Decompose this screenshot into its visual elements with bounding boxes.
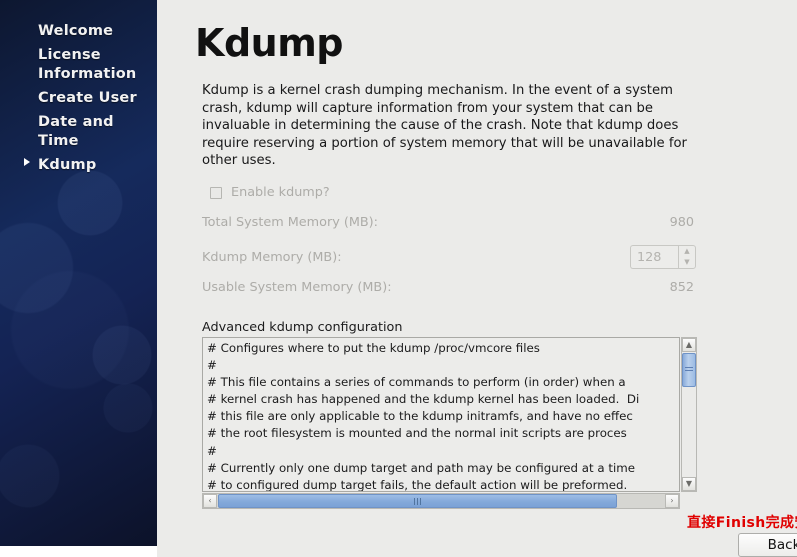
main-content: Kdump Kdump is a kernel crash dumping me…	[157, 0, 797, 557]
sidebar-item-label: License Information	[38, 47, 137, 82]
horizontal-scrollbar[interactable]: ‹ ›	[202, 493, 680, 509]
enable-kdump-label: Enable kdump?	[231, 185, 330, 200]
back-button[interactable]: Back	[738, 533, 797, 557]
stepper-down-icon[interactable]: ▼	[679, 257, 695, 268]
sidebar-item-create-user[interactable]: Create User	[0, 87, 157, 110]
vertical-scrollbar[interactable]: ▲ ▼	[681, 337, 697, 492]
current-item-arrow-icon	[24, 158, 30, 166]
stepper-up-icon[interactable]: ▲	[679, 246, 695, 257]
total-system-memory-label: Total System Memory (MB):	[202, 215, 378, 230]
sidebar-item-license-information[interactable]: License Information	[0, 44, 157, 86]
sidebar-item-label: Kdump	[38, 157, 97, 173]
kdump-memory-row: Kdump Memory (MB): 128 ▲ ▼	[202, 245, 696, 269]
sidebar-item-label: Welcome	[38, 23, 114, 39]
sidebar: Welcome License Information Create User …	[0, 0, 157, 546]
total-system-memory-value: 980	[669, 215, 694, 230]
sidebar-item-welcome[interactable]: Welcome	[0, 20, 157, 43]
annotation-text: 直接Finish完成安装设置	[687, 515, 797, 531]
usable-system-memory-label: Usable System Memory (MB):	[202, 280, 392, 295]
sidebar-item-label: Create User	[38, 90, 137, 106]
scrollbar-grip-icon	[685, 367, 693, 373]
vertical-scrollbar-thumb[interactable]	[682, 353, 696, 387]
usable-system-memory-value: 852	[669, 280, 694, 295]
sidebar-item-kdump[interactable]: Kdump	[0, 154, 157, 177]
scroll-left-icon[interactable]: ‹	[203, 494, 217, 508]
advanced-configuration-label: Advanced kdump configuration	[202, 320, 403, 335]
sidebar-nav-list: Welcome License Information Create User …	[0, 20, 157, 178]
advanced-configuration-editor-area: # Configures where to put the kdump /pro…	[202, 337, 697, 509]
scroll-down-icon[interactable]: ▼	[682, 477, 696, 491]
installer-window: Welcome License Information Create User …	[0, 0, 797, 557]
usable-system-memory-row: Usable System Memory (MB): 852	[202, 280, 696, 295]
sidebar-item-date-and-time[interactable]: Date and Time	[0, 111, 157, 153]
kdump-memory-stepper-buttons[interactable]: ▲ ▼	[678, 245, 696, 269]
wizard-button-row: Back Finish	[738, 533, 797, 557]
sidebar-item-label: Date and Time	[38, 114, 114, 149]
enable-kdump-row[interactable]: Enable kdump?	[210, 185, 330, 200]
page-title: Kdump	[195, 21, 344, 65]
kdump-memory-input[interactable]: 128	[630, 245, 678, 269]
intro-paragraph: Kdump is a kernel crash dumping mechanis…	[202, 83, 687, 168]
enable-kdump-checkbox[interactable]	[210, 186, 222, 199]
horizontal-scrollbar-thumb[interactable]	[218, 494, 617, 508]
kdump-config-text: # Configures where to put the kdump /pro…	[207, 341, 640, 492]
kdump-memory-label: Kdump Memory (MB):	[202, 249, 342, 265]
sidebar-bottom-strip	[0, 546, 157, 557]
kdump-config-textarea[interactable]: # Configures where to put the kdump /pro…	[202, 337, 680, 492]
kdump-memory-stepper[interactable]: 128 ▲ ▼	[630, 245, 696, 269]
total-system-memory-row: Total System Memory (MB): 980	[202, 215, 696, 230]
scrollbar-grip-icon	[414, 497, 421, 505]
scroll-up-icon[interactable]: ▲	[682, 338, 696, 352]
scroll-right-icon[interactable]: ›	[665, 494, 679, 508]
